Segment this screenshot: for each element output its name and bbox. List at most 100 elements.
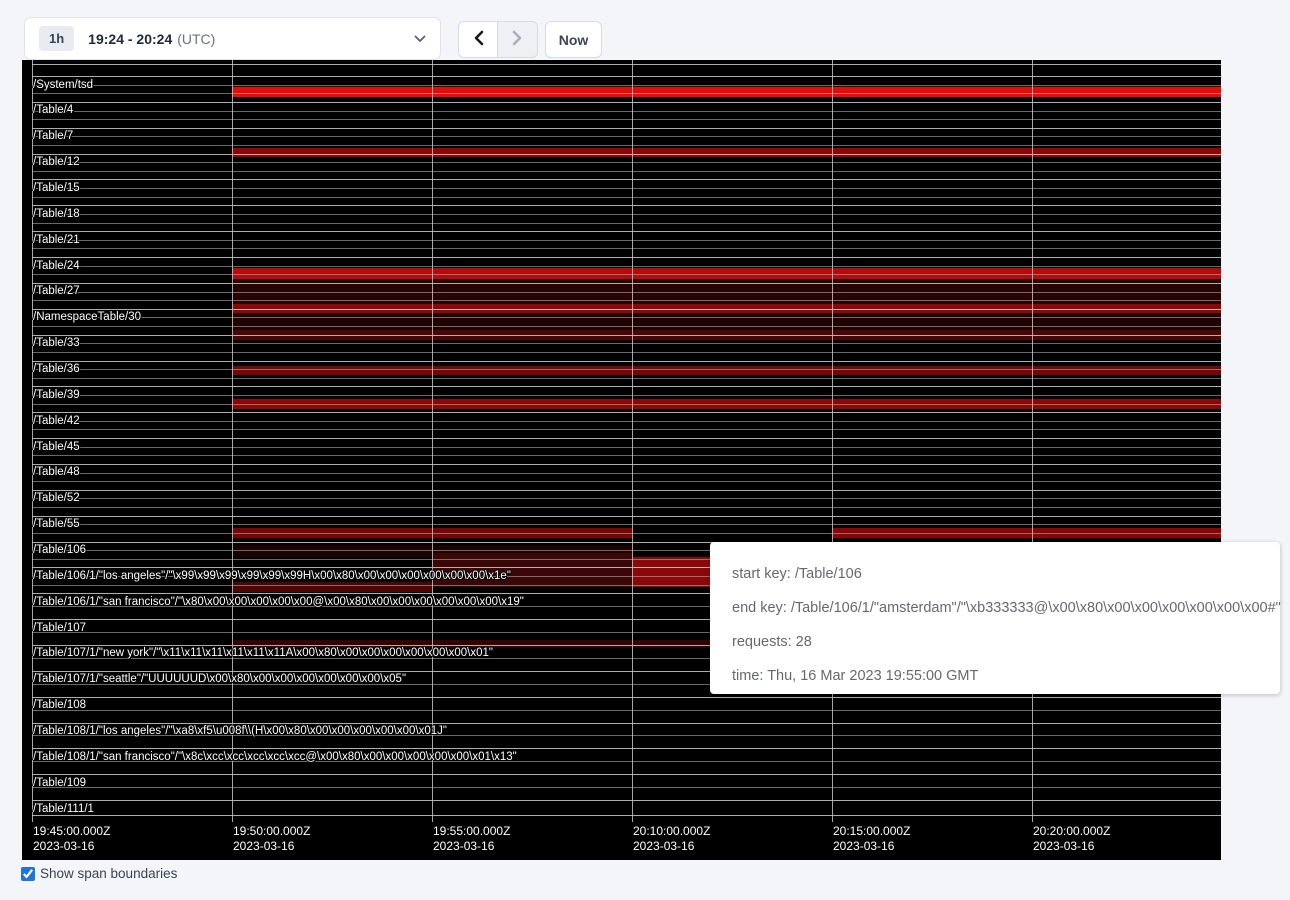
span-boundary-line (32, 205, 1221, 206)
x-tick-time: 20:10:00.000Z (633, 824, 710, 839)
row-label: /Table/4 (33, 104, 73, 116)
time-preset-badge: 1h (39, 26, 74, 51)
row-label: /Table/55 (33, 518, 80, 530)
row-label: /Table/15 (33, 182, 80, 194)
row-label: /Table/107/1/"seattle"/"UUUUUUD\x00\x80\… (33, 673, 406, 685)
hot-span-band (232, 313, 1221, 330)
span-boundary-line (32, 223, 1221, 224)
now-button[interactable]: Now (545, 21, 602, 58)
row-label: /Table/48 (33, 466, 80, 478)
span-boundary-line (32, 395, 1221, 396)
row-label: /Table/7 (33, 130, 73, 142)
x-tick-time: 19:55:00.000Z (433, 824, 510, 839)
time-gridline (832, 60, 833, 822)
x-tick-date: 2023-03-16 (233, 839, 310, 854)
row-label: /Table/106 (33, 544, 86, 556)
time-gridline (632, 60, 633, 822)
span-boundary-line (32, 516, 1221, 517)
span-boundary-line (32, 533, 1221, 534)
span-boundary-line (32, 421, 1221, 422)
x-tick-time: 19:50:00.000Z (233, 824, 310, 839)
key-visualizer-canvas[interactable]: /System/tsd/Table/4/Table/7/Table/12/Tab… (22, 60, 1221, 860)
span-boundary-line (32, 697, 1221, 698)
span-boundary-line (32, 136, 1221, 137)
span-boundary-line (32, 369, 1221, 370)
span-boundary-line (32, 64, 1221, 65)
row-label: /Table/24 (33, 260, 80, 272)
row-label: /Table/12 (33, 156, 80, 168)
prev-time-button[interactable] (459, 22, 498, 57)
span-boundary-line (32, 171, 1221, 172)
hot-span-band (232, 366, 1221, 375)
span-boundary-line (32, 283, 1221, 284)
span-boundary-line (32, 774, 1221, 775)
span-boundary-line (32, 317, 1221, 318)
span-boundary-line (32, 723, 1221, 724)
span-boundary-line (32, 378, 1221, 379)
x-axis-tick: 19:45:00.000Z2023-03-16 (33, 824, 110, 854)
chevron-right-icon (512, 30, 523, 49)
chevron-left-icon (473, 30, 484, 49)
show-span-boundaries-checkbox[interactable] (21, 867, 35, 881)
row-label: /Table/107/1/"new york"/"\x11\x11\x11\x1… (33, 647, 493, 659)
row-label: /NamespaceTable/30 (33, 311, 141, 323)
span-boundary-line (32, 154, 1221, 155)
row-label: /Table/108/1/"san francisco"/"\x8c\xcc\x… (33, 751, 517, 763)
hot-span-band (232, 148, 1221, 157)
row-label: /Table/39 (33, 389, 80, 401)
span-boundary-line (32, 240, 1221, 241)
time-range-selector[interactable]: 1h 19:24 - 20:24 (UTC) (24, 17, 441, 60)
x-tick-date: 2023-03-16 (33, 839, 110, 854)
row-label: /Table/106/1/"san francisco"/"\x80\x00\x… (33, 596, 524, 608)
x-tick-date: 2023-03-16 (633, 839, 710, 854)
span-boundary-line (32, 111, 1221, 112)
span-boundary-line (32, 145, 1221, 146)
row-label: /Table/109 (33, 777, 86, 789)
span-boundary-line (32, 292, 1221, 293)
span-boundary-line (32, 412, 1221, 413)
x-axis-tick: 20:15:00.000Z2023-03-16 (833, 824, 910, 854)
span-boundary-line (32, 257, 1221, 258)
toolbar: 1h 19:24 - 20:24 (UTC) Now (0, 0, 1290, 60)
hot-span-band (232, 582, 432, 592)
span-boundary-line (32, 248, 1221, 249)
next-time-button[interactable] (498, 22, 537, 57)
span-boundary-line (32, 343, 1221, 344)
span-boundary-line (32, 524, 1221, 525)
row-label: /Table/27 (33, 285, 80, 297)
span-boundary-line (32, 85, 1221, 86)
span-boundary-line (32, 76, 1221, 77)
span-boundary-line (32, 710, 1221, 711)
time-gridline (432, 60, 433, 822)
row-label: /Table/107 (33, 622, 86, 634)
span-tooltip: start key: /Table/106 end key: /Table/10… (710, 542, 1280, 694)
span-boundary-line (32, 119, 1221, 120)
tooltip-end-key: end key: /Table/106/1/"amsterdam"/"\xb33… (732, 597, 1258, 619)
span-boundary-line (32, 231, 1221, 232)
row-label: /Table/111/1 (33, 803, 94, 815)
row-label: /System/tsd (33, 79, 93, 91)
span-boundary-line (32, 188, 1221, 189)
row-label: /Table/33 (33, 337, 80, 349)
span-boundary-line (32, 404, 1221, 405)
span-boundary-line (32, 464, 1221, 465)
span-boundary-line (32, 266, 1221, 267)
x-tick-date: 2023-03-16 (1033, 839, 1110, 854)
span-boundary-line (32, 352, 1221, 353)
span-boundary-line (32, 800, 1221, 801)
row-label: /Table/36 (33, 363, 80, 375)
span-boundary-line (32, 274, 1221, 275)
tooltip-time: time: Thu, 16 Mar 2023 19:55:00 GMT (732, 665, 1258, 687)
x-tick-time: 20:15:00.000Z (833, 824, 910, 839)
row-label: /Table/18 (33, 208, 80, 220)
span-boundary-line (32, 490, 1221, 491)
row-label: /Table/106/1/"los angeles"/"\x99\x99\x99… (33, 570, 511, 582)
span-boundary-line (32, 326, 1221, 327)
span-boundary-line (32, 309, 1221, 310)
span-boundary-line (32, 102, 1221, 103)
row-label: /Table/45 (33, 441, 80, 453)
x-axis-tick: 20:20:00.000Z2023-03-16 (1033, 824, 1110, 854)
span-boundary-line (32, 473, 1221, 474)
hot-span-band (232, 87, 1221, 97)
tooltip-requests: requests: 28 (732, 631, 1258, 653)
